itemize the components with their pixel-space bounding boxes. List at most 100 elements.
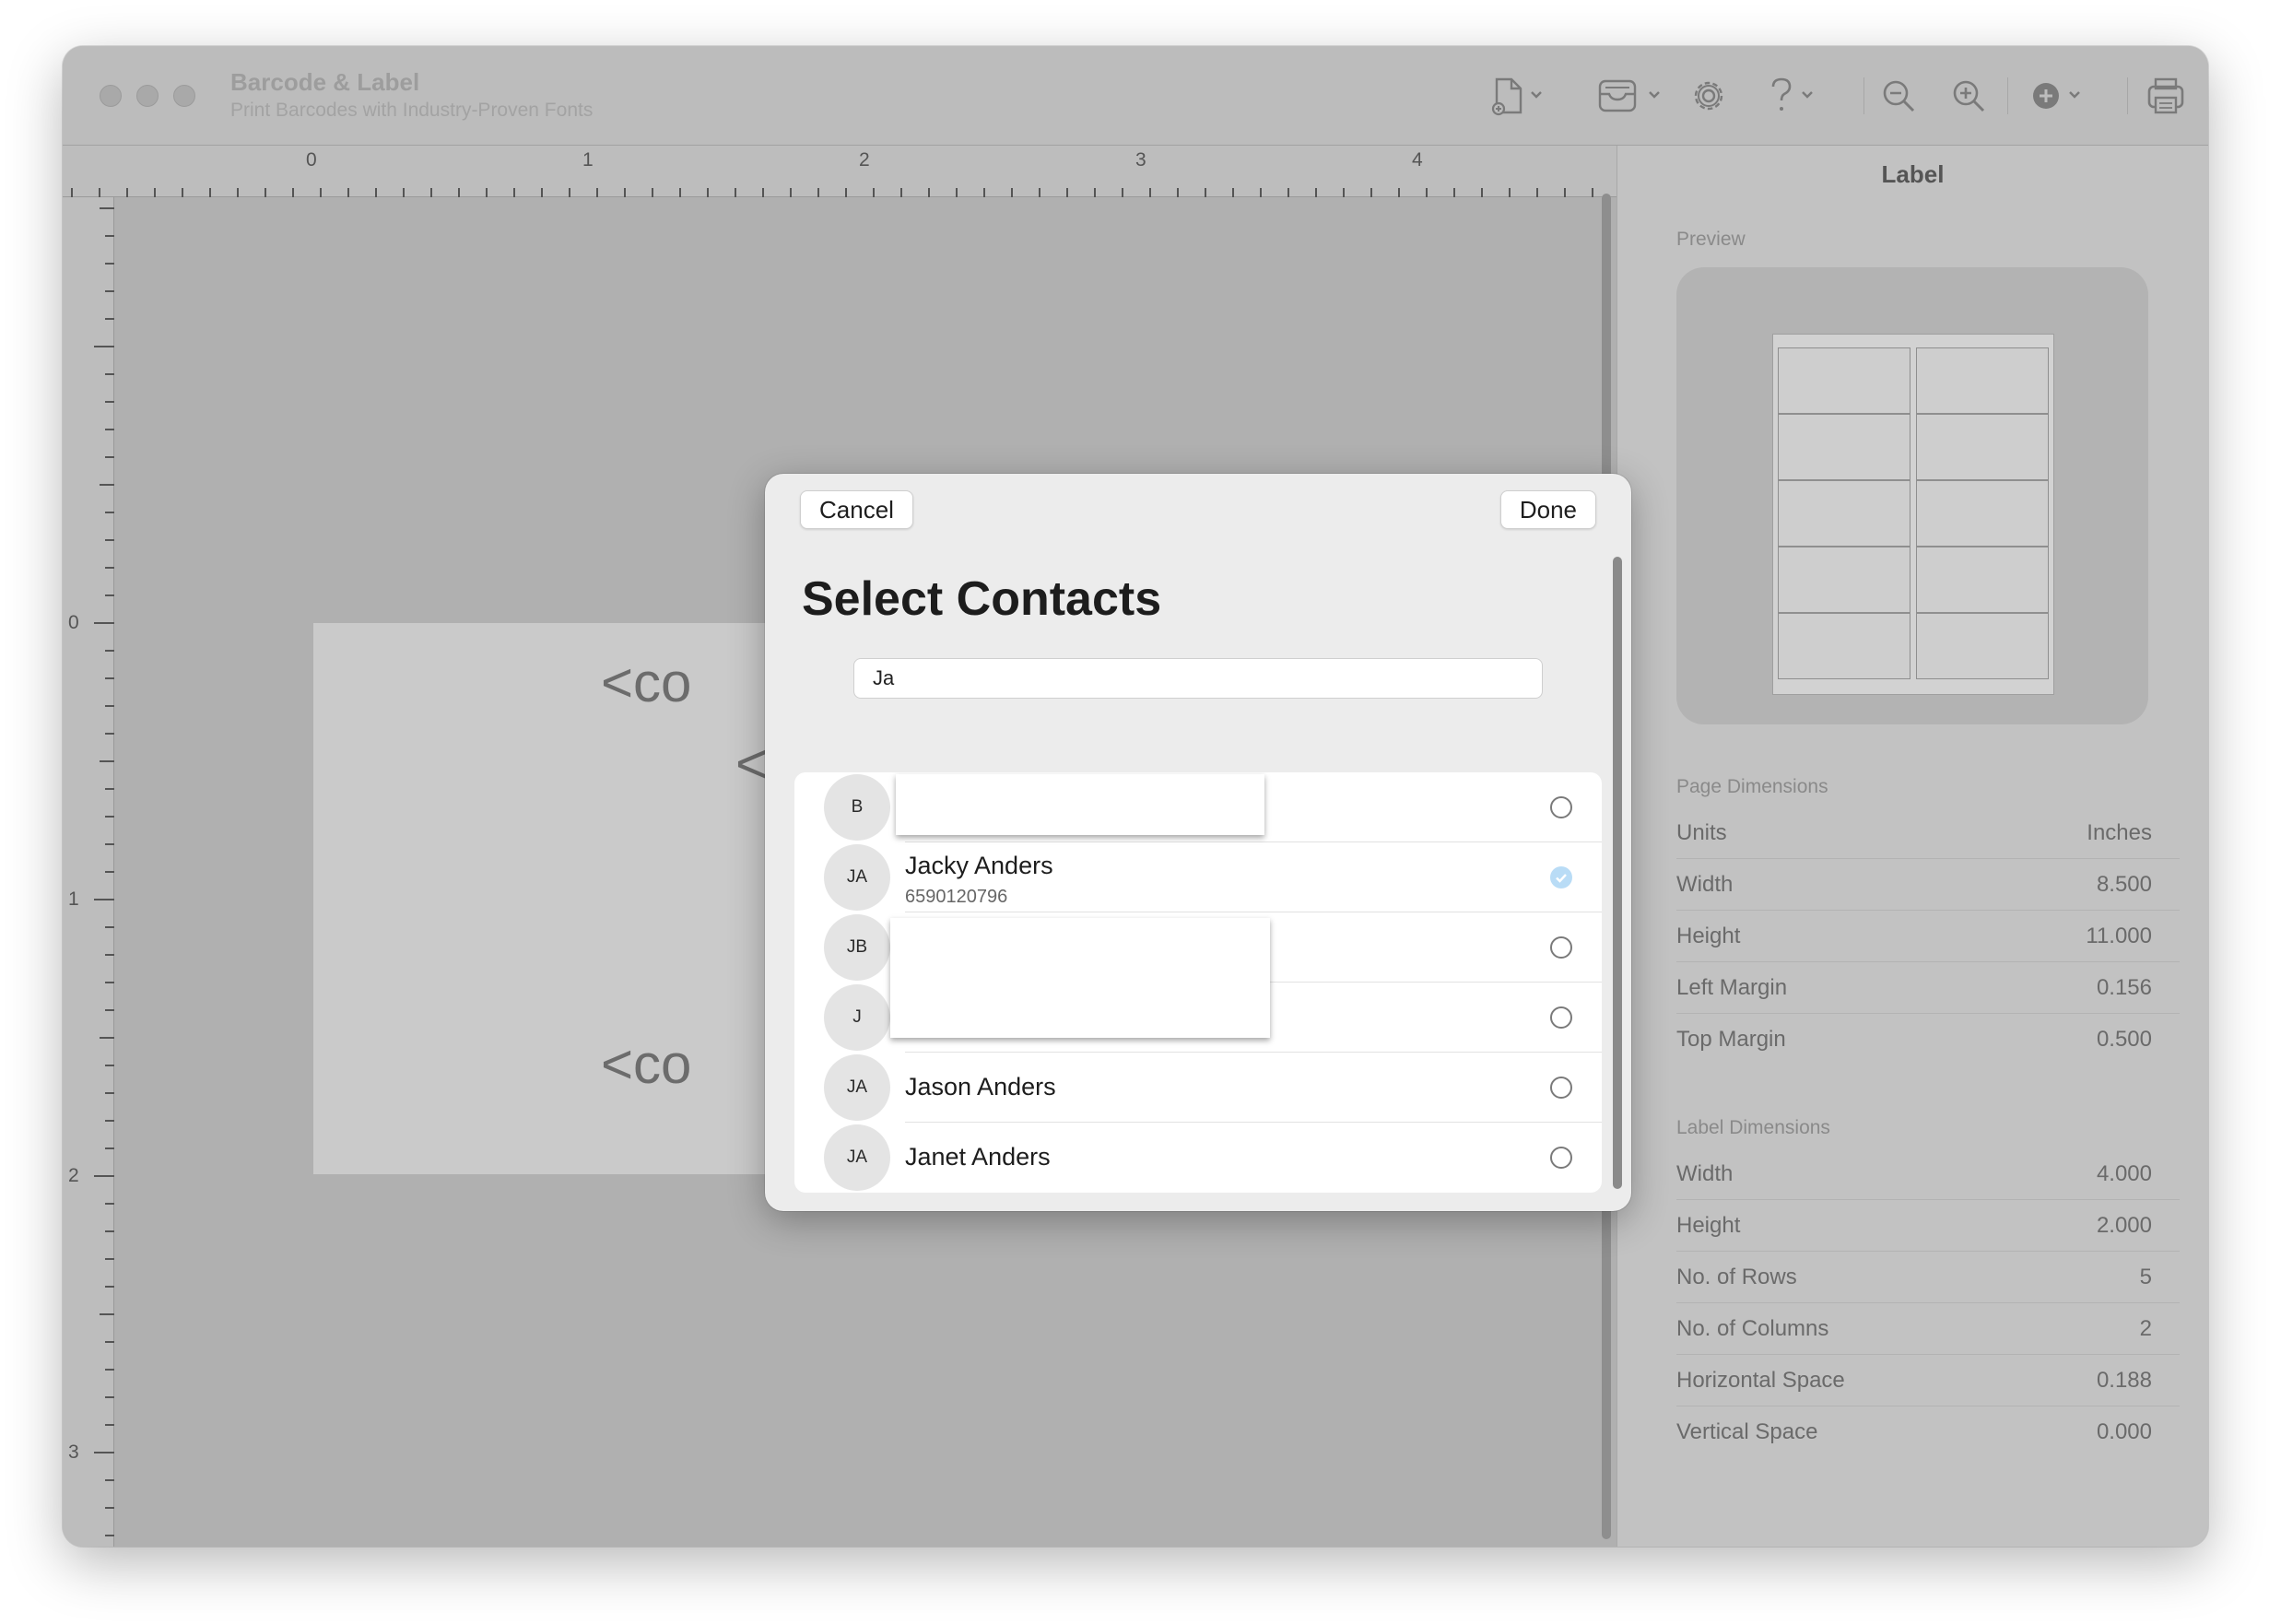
preview-label-cell: [1778, 613, 1910, 679]
zoom-in-icon: [1953, 80, 1985, 112]
dimension-value[interactable]: 2: [2140, 1316, 2152, 1342]
avatar: B: [824, 774, 890, 841]
contact-phone-placeholder: <co: [601, 1033, 692, 1095]
ruler-number: 1: [68, 888, 79, 910]
help-icon: [1771, 77, 1813, 111]
contact-name-placeholder: <co: [601, 652, 692, 713]
dimension-value[interactable]: 4.000: [2097, 1161, 2152, 1187]
dialog-title: Select Contacts: [802, 572, 1162, 626]
add-element-menu-button[interactable]: [2031, 74, 2090, 118]
dimension-row[interactable]: Units Inches: [1676, 807, 2180, 859]
dimension-label: Left Margin: [1676, 974, 1788, 1000]
vertical-ruler: 0 1 2 3: [63, 197, 114, 1547]
zoom-out-button[interactable]: [1878, 74, 1919, 118]
dimension-label: Units: [1676, 819, 1727, 845]
template-menu-button[interactable]: [1594, 74, 1668, 118]
ruler-number: 3: [1135, 149, 1146, 171]
dimension-row[interactable]: No. of Rows 5: [1676, 1252, 2180, 1303]
contact-row[interactable]: JA Janet Anders: [794, 1123, 1602, 1193]
dimension-row[interactable]: Height 11.000: [1676, 911, 2180, 962]
dimension-label: No. of Rows: [1676, 1264, 1797, 1289]
dimension-value[interactable]: 0.000: [2097, 1419, 2152, 1445]
horizontal-ruler: 0 1 2 3 4: [63, 146, 1617, 197]
select-contacts-dialog: Cancel Done Select Contacts B JA Jacky A…: [765, 474, 1631, 1211]
contact-select-radio[interactable]: [1550, 866, 1572, 888]
toolbar-divider: [2007, 77, 2008, 114]
contact-row[interactable]: JA Jason Anders: [794, 1053, 1602, 1123]
checkmark-icon: [1556, 874, 1567, 883]
avatar: JA: [824, 844, 890, 911]
preview-label-cell: [1778, 347, 1910, 414]
template-tray-icon: [1598, 79, 1660, 112]
contact-select-radio[interactable]: [1550, 1147, 1572, 1169]
dimension-row[interactable]: Top Margin 0.500: [1676, 1014, 2180, 1065]
preview-heading: Preview: [1676, 229, 1746, 250]
dimension-value[interactable]: 5: [2140, 1265, 2152, 1290]
ruler-number: 4: [1412, 149, 1423, 171]
dimension-value[interactable]: 8.500: [2097, 872, 2152, 898]
dimension-label: Vertical Space: [1676, 1419, 1818, 1444]
contact-select-radio[interactable]: [1550, 936, 1572, 959]
minimize-window-button[interactable]: [136, 85, 159, 107]
contact-search-input[interactable]: [853, 658, 1543, 699]
dimension-label: Top Margin: [1676, 1027, 1786, 1052]
new-document-icon: [1491, 77, 1542, 116]
dimension-value[interactable]: 2.000: [2097, 1213, 2152, 1239]
dimension-row[interactable]: Vertical Space 0.000: [1676, 1406, 2180, 1458]
avatar: JB: [824, 914, 890, 981]
contact-field-placeholder: <: [735, 733, 769, 794]
redacted-contact-info: [890, 918, 1270, 1038]
dimension-row[interactable]: Horizontal Space 0.188: [1676, 1355, 2180, 1406]
print-button[interactable]: [2146, 74, 2186, 118]
new-document-menu-button[interactable]: [1487, 74, 1546, 118]
preview-label-cell: [1916, 347, 2049, 414]
dimension-row[interactable]: Left Margin 0.156: [1676, 962, 2180, 1014]
add-icon: [2033, 83, 2080, 109]
page-dimensions-heading: Page Dimensions: [1676, 776, 1828, 797]
preview-label-cell: [1916, 414, 2049, 480]
cancel-button[interactable]: Cancel: [800, 490, 913, 529]
contact-name: Jason Anders: [905, 1073, 1056, 1100]
avatar: J: [824, 984, 890, 1051]
zoom-in-button[interactable]: [1948, 74, 1989, 118]
contact-name: Jacky Anders: [905, 852, 1053, 879]
preview-label-cell: [1916, 480, 2049, 547]
dialog-scrollbar[interactable]: [1613, 557, 1622, 1189]
gear-icon: [1694, 81, 1723, 111]
dimension-value[interactable]: 0.188: [2097, 1368, 2152, 1394]
title-bar: Barcode & Label Print Barcodes with Indu…: [63, 46, 2208, 146]
dimension-row[interactable]: Width 4.000: [1676, 1148, 2180, 1200]
dimension-value[interactable]: 0.500: [2097, 1027, 2152, 1053]
ruler-number: 0: [306, 149, 317, 171]
sidebar-title: Label: [1881, 160, 1945, 188]
preview-page: [1772, 334, 2054, 695]
dimension-label: Height: [1676, 923, 1741, 948]
ruler-number: 2: [859, 149, 870, 171]
label-inspector-sidebar: Label Preview Page Dimensions Units Inche…: [1617, 146, 2208, 1547]
settings-button[interactable]: [1688, 74, 1729, 118]
contact-select-radio[interactable]: [1550, 1006, 1572, 1029]
contact-phone: 6590120796: [905, 887, 1008, 907]
label-dimensions-heading: Label Dimensions: [1676, 1117, 1830, 1138]
zoom-out-icon: [1883, 80, 1915, 112]
dimension-row[interactable]: No. of Columns 2: [1676, 1303, 2180, 1355]
help-menu-button[interactable]: [1764, 74, 1823, 118]
dimension-label: Horizontal Space: [1676, 1367, 1845, 1393]
contact-row[interactable]: JA Jacky Anders 6590120796: [794, 842, 1602, 912]
print-icon: [2147, 77, 2184, 114]
label-preview: [1676, 267, 2148, 724]
dimension-row[interactable]: Width 8.500: [1676, 859, 2180, 911]
dimension-value[interactable]: 11.000: [2086, 924, 2152, 949]
zoom-window-button[interactable]: [173, 85, 195, 107]
avatar: JA: [824, 1054, 890, 1121]
done-button[interactable]: Done: [1499, 490, 1596, 529]
dimension-label: No. of Columns: [1676, 1315, 1829, 1341]
contact-select-radio[interactable]: [1550, 796, 1572, 818]
dimension-label: Width: [1676, 1160, 1734, 1186]
dimension-value[interactable]: Inches: [2087, 820, 2152, 846]
dimension-row[interactable]: Height 2.000: [1676, 1200, 2180, 1252]
contact-select-radio[interactable]: [1550, 1077, 1572, 1099]
close-window-button[interactable]: [100, 85, 122, 107]
dimension-label: Width: [1676, 871, 1734, 897]
dimension-value[interactable]: 0.156: [2097, 975, 2152, 1001]
